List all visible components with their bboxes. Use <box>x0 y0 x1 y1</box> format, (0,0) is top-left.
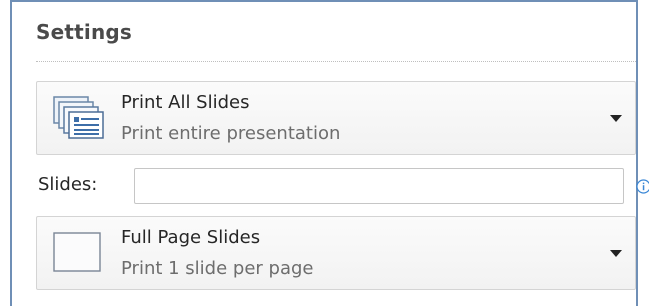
chevron-down-icon <box>610 250 622 257</box>
print-range-dropdown[interactable]: Print All Slides Print entire presentati… <box>36 81 636 155</box>
slides-label: Slides: <box>38 174 98 195</box>
slides-input[interactable] <box>134 168 624 204</box>
settings-heading: Settings <box>36 20 133 44</box>
print-range-title: Print All Slides <box>121 92 250 113</box>
settings-panel: Settings Print All Slides Print entire p… <box>10 0 649 306</box>
print-layout-title: Full Page Slides <box>121 227 261 248</box>
info-icon[interactable] <box>636 179 649 194</box>
print-layout-subtitle: Print 1 slide per page <box>121 258 314 279</box>
chevron-down-icon <box>610 115 622 122</box>
heading-divider <box>36 61 636 62</box>
print-range-subtitle: Print entire presentation <box>121 123 341 144</box>
slides-stack-icon <box>53 96 104 139</box>
print-layout-dropdown[interactable]: Full Page Slides Print 1 slide per page <box>36 216 636 290</box>
full-page-slide-icon <box>53 232 101 272</box>
